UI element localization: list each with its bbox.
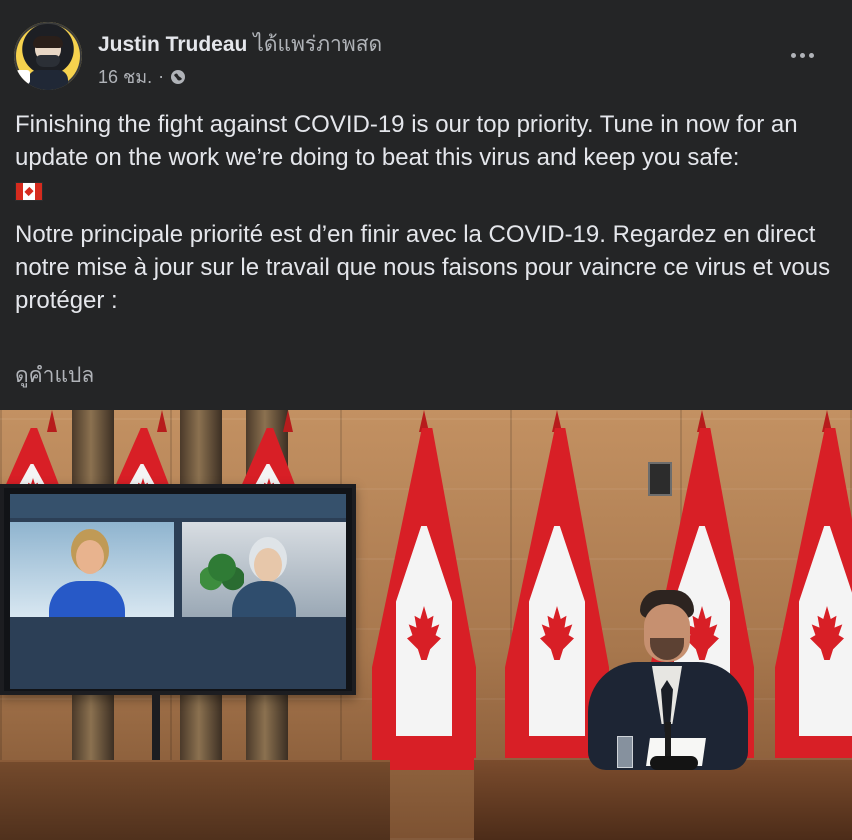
remote-speaker-head: [76, 540, 104, 574]
remote-speaker-body: [49, 581, 125, 617]
avatar-mask: [36, 55, 60, 67]
post-header: Justin Trudeau ได้แพร่ภาพสด 16 ชม. ·: [14, 22, 838, 92]
canadian-flag: [775, 410, 852, 770]
globe-icon[interactable]: [170, 69, 186, 85]
avatar-hair: [33, 36, 63, 48]
monitor-screen: [10, 494, 346, 689]
microphone-base: [650, 756, 698, 770]
maple-leaf-icon: [24, 186, 34, 197]
video-conference-monitor: [0, 484, 356, 695]
post-text: Finishing the fight against COVID-19 is …: [15, 108, 840, 317]
canadian-flag-icon: [15, 182, 43, 201]
avatar-badge-icon: [16, 70, 30, 84]
monitor-stand: [152, 695, 160, 765]
more-options-button[interactable]: [782, 42, 822, 68]
post-meta: 16 ชม. ·: [98, 62, 186, 91]
live-status: ได้แพร่ภาพสด: [253, 33, 383, 56]
post-text-english: Finishing the fight against COVID-19 is …: [15, 111, 798, 171]
water-glass: [617, 736, 633, 768]
remote-speaker-head: [254, 548, 282, 582]
remote-speaker-feed: [182, 522, 346, 617]
canadian-flag: [372, 410, 476, 770]
microphone-icon: [665, 722, 671, 758]
post-text-french: Notre principale priorité est d’en finir…: [15, 221, 831, 314]
more-dot-icon: [799, 52, 805, 58]
facebook-post: Justin Trudeau ได้แพร่ภาพสด 16 ชม. · Fini…: [0, 0, 852, 840]
more-dot-icon: [808, 52, 814, 58]
post-time[interactable]: 16 ชม.: [98, 62, 152, 91]
press-table: [0, 760, 390, 840]
more-dot-icon: [790, 52, 796, 58]
see-translation-link[interactable]: ดูคำแปล: [15, 359, 94, 392]
author-line: Justin Trudeau ได้แพร่ภาพสด: [98, 28, 382, 61]
author-name[interactable]: Justin Trudeau: [98, 33, 247, 56]
live-video-frame[interactable]: [0, 410, 852, 840]
author-avatar[interactable]: [14, 22, 82, 90]
screen-header-bar: [10, 494, 346, 518]
remote-speaker-feed: [10, 522, 174, 617]
meta-separator: ·: [158, 66, 165, 86]
avatar-body: [28, 70, 68, 90]
